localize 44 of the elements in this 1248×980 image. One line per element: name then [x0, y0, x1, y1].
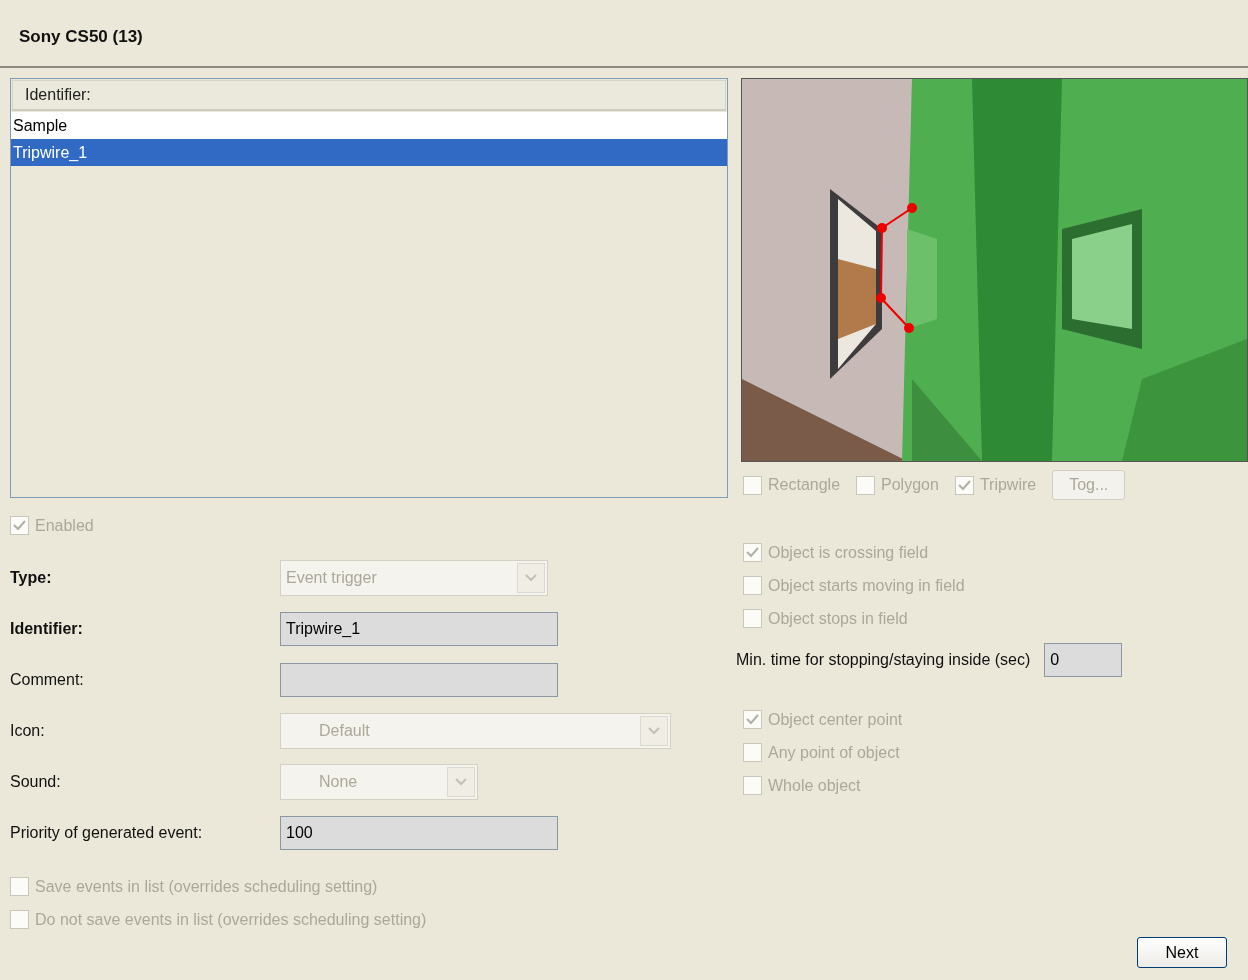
checkbox[interactable] [856, 475, 876, 495]
input-field[interactable]: 100 [280, 815, 558, 850]
checkbox-label: Rectangle [768, 476, 841, 494]
tripwire-drawing[interactable] [876, 200, 920, 336]
checkbox[interactable] [954, 475, 974, 495]
caret-icon [525, 573, 537, 582]
caret-icon [455, 777, 467, 786]
field-label: Priority of generated event: [10, 823, 204, 842]
field-label: Min. time for stopping/staying inside (sec) [736, 651, 1031, 669]
checkbox-label: Enabled [35, 516, 94, 535]
next-button[interactable]: Next [1137, 937, 1227, 968]
checkbox[interactable] [10, 877, 29, 896]
checkbox[interactable] [743, 475, 762, 495]
caret-icon [648, 726, 660, 735]
checkbox-label: Object starts moving in field [768, 576, 965, 595]
field-label: Identifier: [10, 619, 84, 638]
window-title: Sony CS50 (13) [19, 27, 143, 47]
checkbox-label: Object stops in field [768, 609, 908, 628]
list-item[interactable]: Tripwire_1 [11, 139, 727, 166]
input-field[interactable]: Tripwire_1 [280, 611, 558, 646]
checkbox[interactable] [743, 776, 762, 795]
checkbox[interactable] [10, 516, 29, 535]
checkbox[interactable] [743, 543, 762, 562]
checkbox-label: Whole object [768, 776, 861, 795]
checkbox-label: Object is crossing field [768, 543, 929, 562]
field-label: Icon: [10, 721, 46, 740]
checkbox[interactable] [743, 609, 762, 628]
checkbox[interactable] [743, 576, 762, 595]
checkbox-label: Tripwire [979, 476, 1037, 494]
field-label: Sound: [10, 772, 62, 791]
field-label: Type: [10, 568, 53, 587]
list-item[interactable]: Sample [11, 112, 727, 139]
checkbox-label: Do not save events in list (overrides scheduling setting) [35, 910, 427, 929]
input-field[interactable]: 0 [1044, 643, 1123, 677]
field-label: Comment: [10, 670, 85, 689]
checkbox-label: Polygon [881, 476, 939, 494]
checkbox[interactable] [743, 710, 762, 729]
checkbox[interactable] [743, 743, 762, 762]
input-field[interactable] [280, 662, 558, 697]
checkbox-label: Any point of object [768, 743, 900, 762]
checkbox-label: Save events in list (overrides scheduling setting) [35, 877, 378, 896]
checkbox[interactable] [10, 910, 29, 929]
column-header[interactable]: Identifier: [12, 80, 726, 111]
checkbox-label: Object center point [768, 710, 903, 729]
